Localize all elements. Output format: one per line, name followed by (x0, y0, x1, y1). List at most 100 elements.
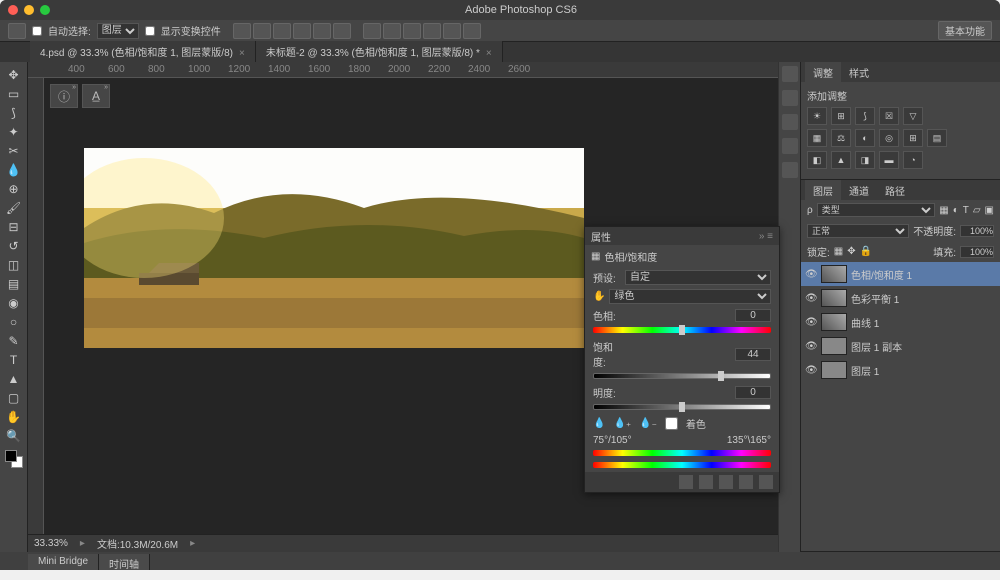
filter-text-icon[interactable]: T (963, 205, 969, 216)
eyedropper-subtract-icon[interactable]: 💧₋ (639, 418, 657, 429)
layer-row[interactable]: 👁色彩平衡 1 (801, 286, 1000, 310)
path-select-tool[interactable]: ▲ (4, 370, 24, 388)
adj-bw-icon[interactable]: ◐ (855, 129, 875, 147)
blur-tool[interactable]: ◉ (4, 294, 24, 312)
tab-styles[interactable]: 样式 (841, 62, 877, 83)
adj-gradient-map-icon[interactable]: ▬ (879, 151, 899, 169)
view-previous-icon[interactable] (699, 475, 713, 489)
lightness-input[interactable] (735, 386, 771, 399)
visibility-icon[interactable]: 👁 (805, 365, 817, 376)
adj-levels-icon[interactable]: ⊞ (831, 107, 851, 125)
distribute-icon[interactable] (463, 23, 481, 39)
hue-slider[interactable] (593, 327, 771, 335)
visibility-icon[interactable]: 👁 (805, 293, 817, 304)
align-icon[interactable] (293, 23, 311, 39)
document-tab[interactable]: 未标题-2 @ 33.3% (色相/饱和度 1, 图层蒙版/8) *× (256, 41, 503, 62)
healing-brush-tool[interactable]: ⊕ (4, 180, 24, 198)
panel-menu-icon[interactable]: » ≡ (759, 231, 773, 242)
lightness-slider[interactable] (593, 404, 771, 412)
visibility-icon[interactable]: 👁 (805, 317, 817, 328)
close-window-button[interactable] (8, 5, 18, 15)
saturation-input[interactable] (735, 348, 771, 361)
adj-photo-filter-icon[interactable]: ◎ (879, 129, 899, 147)
distribute-icon[interactable] (363, 23, 381, 39)
tab-layers[interactable]: 图层 (805, 180, 841, 201)
adj-vibrance-icon[interactable]: ▽ (903, 107, 923, 125)
layer-thumbnail[interactable] (821, 361, 847, 379)
dock-icon[interactable] (782, 114, 798, 130)
zoom-tool[interactable]: 🔍 (4, 427, 24, 445)
align-icon[interactable] (333, 23, 351, 39)
minimize-window-button[interactable] (24, 5, 34, 15)
tab-adjustments[interactable]: 调整 (805, 62, 841, 83)
adj-hue-sat-icon[interactable]: ▦ (807, 129, 827, 147)
visibility-icon[interactable]: 👁 (805, 341, 817, 352)
filter-adj-icon[interactable]: ◐ (953, 205, 959, 216)
properties-panel[interactable]: 属性» ≡ ▦色相/饱和度 预设:自定 ✋绿色 色相: 饱和度: 明度: 💧💧₊… (584, 226, 780, 493)
auto-select-dropdown[interactable]: 图层 (97, 23, 139, 39)
adj-channel-mixer-icon[interactable]: ⊞ (903, 129, 923, 147)
distribute-icon[interactable] (423, 23, 441, 39)
align-icon[interactable] (273, 23, 291, 39)
reset-icon[interactable] (719, 475, 733, 489)
layer-row[interactable]: 👁曲线 1 (801, 310, 1000, 334)
adj-exposure-icon[interactable]: ☒ (879, 107, 899, 125)
colorize-checkbox[interactable] (665, 417, 678, 430)
lock-pixels-icon[interactable]: ▦ (834, 246, 843, 257)
marquee-tool[interactable]: ▭ (4, 85, 24, 103)
adj-posterize-icon[interactable]: ▲ (831, 151, 851, 169)
pen-tool[interactable]: ✎ (4, 332, 24, 350)
layer-thumbnail[interactable] (821, 289, 847, 307)
tab-channels[interactable]: 通道 (841, 180, 877, 201)
clip-to-layer-icon[interactable] (679, 475, 693, 489)
align-icon[interactable] (233, 23, 251, 39)
dock-icon[interactable] (782, 66, 798, 82)
layer-thumbnail[interactable] (821, 337, 847, 355)
crop-tool[interactable]: ✂ (4, 142, 24, 160)
color-range-slider[interactable] (593, 462, 771, 470)
tab-mini-bridge[interactable]: Mini Bridge (28, 554, 99, 570)
brush-tool[interactable]: 🖌 (4, 199, 24, 217)
fill-input[interactable] (960, 246, 994, 258)
layer-thumbnail[interactable] (821, 313, 847, 331)
visibility-icon[interactable]: 👁 (805, 269, 817, 280)
delete-icon[interactable] (759, 475, 773, 489)
adj-invert-icon[interactable]: ◧ (807, 151, 827, 169)
shape-tool[interactable]: ▢ (4, 389, 24, 407)
document-tab[interactable]: 4.psd @ 33.3% (色相/饱和度 1, 图层蒙版/8)× (30, 41, 256, 62)
magic-wand-tool[interactable]: ✦ (4, 123, 24, 141)
history-brush-tool[interactable]: ↺ (4, 237, 24, 255)
adj-curves-icon[interactable]: ⟆ (855, 107, 875, 125)
show-transform-checkbox[interactable] (145, 26, 155, 36)
layer-row[interactable]: 👁图层 1 副本 (801, 334, 1000, 358)
lock-all-icon[interactable]: 🔒 (860, 246, 872, 257)
eraser-tool[interactable]: ◫ (4, 256, 24, 274)
dock-icon[interactable] (782, 138, 798, 154)
distribute-icon[interactable] (383, 23, 401, 39)
toggle-visibility-icon[interactable] (739, 475, 753, 489)
distribute-icon[interactable] (403, 23, 421, 39)
gradient-tool[interactable]: ▤ (4, 275, 24, 293)
tab-timeline[interactable]: 时间轴 (99, 554, 150, 570)
color-range-slider[interactable] (593, 450, 771, 458)
filter-pixel-icon[interactable]: ▦ (939, 205, 948, 216)
filter-shape-icon[interactable]: ▱ (973, 205, 981, 216)
lasso-tool[interactable]: ⟆ (4, 104, 24, 122)
color-swatch[interactable] (5, 450, 23, 468)
close-tab-icon[interactable]: × (486, 48, 492, 59)
adj-brightness-icon[interactable]: ☀ (807, 107, 827, 125)
opacity-input[interactable] (960, 225, 994, 237)
adj-selective-color-icon[interactable]: ◔ (903, 151, 923, 169)
dock-icon[interactable] (782, 90, 798, 106)
channel-dropdown[interactable]: 绿色 (609, 289, 771, 304)
hand-tool[interactable]: ✋ (4, 408, 24, 426)
layer-filter-dropdown[interactable]: 类型 (817, 203, 936, 217)
layer-thumbnail[interactable] (821, 265, 847, 283)
close-tab-icon[interactable]: × (239, 48, 245, 59)
eyedropper-add-icon[interactable]: 💧₊ (613, 418, 631, 429)
adj-lookup-icon[interactable]: ▤ (927, 129, 947, 147)
lock-position-icon[interactable]: ✥ (847, 246, 855, 257)
dodge-tool[interactable]: ○ (4, 313, 24, 331)
layer-row[interactable]: 👁色相/饱和度 1 (801, 262, 1000, 286)
layer-row[interactable]: 👁图层 1 (801, 358, 1000, 382)
